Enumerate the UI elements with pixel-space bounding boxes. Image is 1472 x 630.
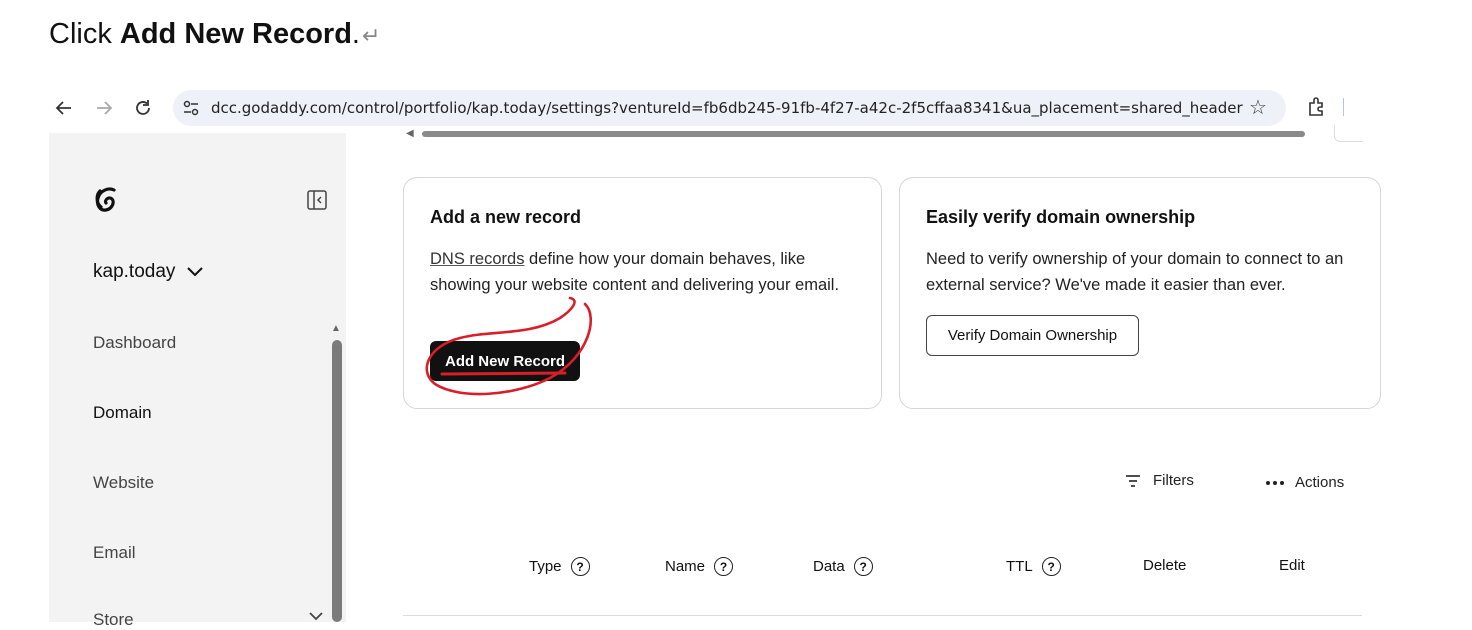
instruction-text: Click Add New Record.↵ xyxy=(49,18,380,51)
instruction-prefix: Click xyxy=(49,18,120,50)
help-icon[interactable]: ? xyxy=(853,557,873,576)
collapse-sidebar-icon[interactable] xyxy=(306,189,328,211)
return-mark: ↵ xyxy=(361,23,381,48)
verify-ownership-description: Need to verify ownership of your domain … xyxy=(926,250,1344,294)
verify-domain-ownership-button[interactable]: Verify Domain Ownership xyxy=(926,315,1139,356)
forward-icon[interactable] xyxy=(92,96,116,120)
instruction-bold: Add New Record xyxy=(119,18,352,50)
godaddy-logo-icon[interactable] xyxy=(90,183,124,217)
sidebar-item-dashboard[interactable]: Dashboard xyxy=(93,333,176,353)
star-icon[interactable]: ☆ xyxy=(1249,95,1267,120)
help-icon[interactable]: ? xyxy=(570,557,590,576)
table-divider xyxy=(403,615,1362,616)
scroll-up-arrow[interactable]: ▲ xyxy=(331,323,341,334)
sidebar-item-website[interactable]: Website xyxy=(93,473,154,493)
column-label: TTL xyxy=(1006,558,1033,575)
add-record-title: Add a new record xyxy=(430,207,582,227)
add-new-record-button[interactable]: Add New Record xyxy=(430,341,580,381)
column-label: Data xyxy=(813,558,845,575)
help-icon[interactable]: ? xyxy=(1041,557,1061,576)
sidebar-scrollbar[interactable] xyxy=(332,340,342,622)
url-text[interactable]: dcc.godaddy.com/control/portfolio/kap.to… xyxy=(211,99,1243,117)
chevron-down-icon[interactable] xyxy=(309,608,323,625)
more-dots-icon xyxy=(1266,480,1284,485)
column-label: Delete xyxy=(1143,557,1187,574)
filters-label: Filters xyxy=(1153,472,1194,489)
column-header-type: Type ? xyxy=(529,557,590,576)
sidebar-item-email[interactable]: Email xyxy=(93,543,136,563)
column-header-delete: Delete xyxy=(1143,557,1186,574)
verify-ownership-title: Easily verify domain ownership xyxy=(926,207,1196,227)
column-header-ttl: TTL ? xyxy=(1006,557,1061,576)
domain-selector[interactable]: kap.today xyxy=(93,261,204,283)
address-bar[interactable]: dcc.godaddy.com/control/portfolio/kap.to… xyxy=(173,90,1286,126)
dns-records-link[interactable]: DNS records xyxy=(430,250,524,268)
horizontal-scrollbar[interactable] xyxy=(422,131,1305,137)
sidebar-item-domain[interactable]: Domain xyxy=(93,403,152,423)
site-info-icon[interactable] xyxy=(180,97,202,119)
column-header-edit: Edit xyxy=(1279,557,1305,574)
extensions-icon[interactable] xyxy=(1306,96,1328,118)
instruction-suffix: . xyxy=(351,18,360,50)
reload-icon[interactable] xyxy=(131,96,155,120)
add-record-description: DNS records define how your domain behav… xyxy=(430,246,850,298)
toolbar-divider xyxy=(1343,98,1344,116)
column-label: Type xyxy=(529,558,562,575)
scroll-left-arrow[interactable]: ◀ xyxy=(406,128,414,139)
column-header-data: Data ? xyxy=(813,557,873,576)
sidebar-item-store[interactable]: Store xyxy=(93,610,134,630)
chevron-down-icon xyxy=(187,267,204,277)
actions-button[interactable]: Actions xyxy=(1265,474,1344,491)
column-header-name: Name ? xyxy=(665,557,734,576)
column-label: Name xyxy=(665,558,706,575)
panel-edge xyxy=(1334,125,1363,142)
column-label: Edit xyxy=(1279,557,1305,574)
filter-icon xyxy=(1126,474,1140,487)
back-icon[interactable] xyxy=(52,96,76,120)
help-icon[interactable]: ? xyxy=(714,557,734,576)
filters-button[interactable]: Filters xyxy=(1125,472,1194,489)
actions-label: Actions xyxy=(1295,474,1345,491)
domain-name: kap.today xyxy=(93,261,176,282)
